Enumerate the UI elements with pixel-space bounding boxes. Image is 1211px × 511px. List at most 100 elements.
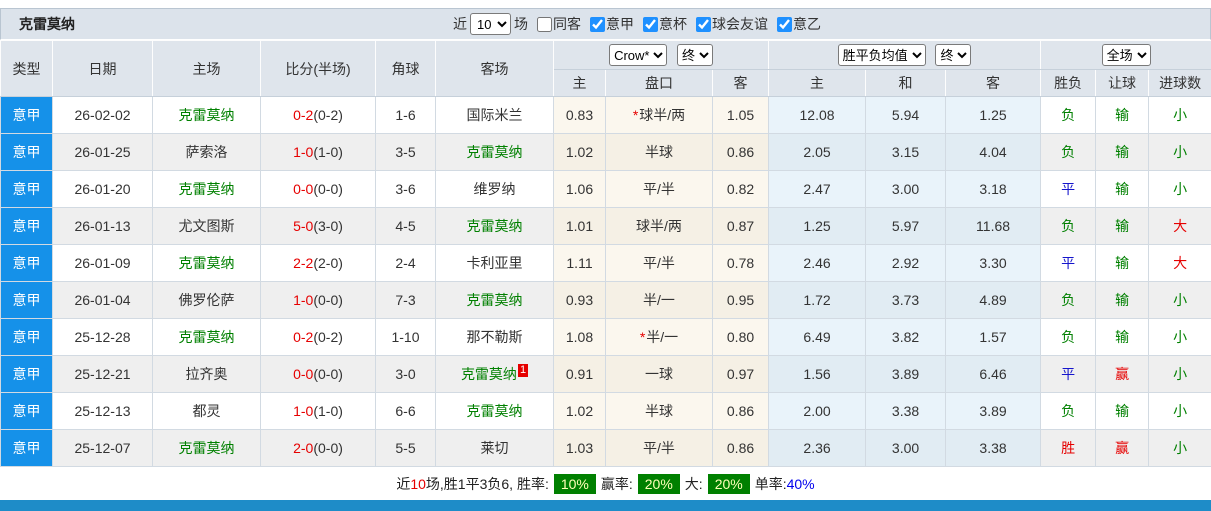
avg-away-odds-cell: 3.89 (945, 392, 1042, 430)
home-team-cell: 克雷莫纳 (152, 318, 261, 356)
handicap-line-cell: 平/半 (605, 170, 713, 208)
serie-b-checkbox[interactable] (777, 16, 792, 32)
table-row: 意甲 26-01-25 萨索洛 1-0(1-0) 3-5 克雷莫纳 1.02 半球 0.86 2.… (0, 133, 1211, 171)
goals-cell: 小 (1148, 355, 1211, 393)
corner-cell: 6-6 (375, 392, 436, 430)
league-filter-coppa[interactable]: 意杯 (637, 14, 687, 34)
score-cell: 0-2(0-2) (260, 318, 376, 356)
handicap-result-cell: 输 (1095, 318, 1150, 356)
result-cell: 平 (1040, 355, 1097, 393)
match-history-table: 类型 日期 主场 比分(半场) 角球 客场 Crow* 终 胜平负均值 终 全场 (0, 40, 1211, 467)
home-team-cell: 佛罗伦萨 (152, 281, 261, 319)
friendly-label: 球会友谊 (712, 16, 768, 32)
summary-bar: 近10场,胜1平3负6, 胜率: 10% 赢率: 20% 大: 20% 单率:4… (0, 467, 1211, 501)
recent-count-select[interactable]: 10 (470, 13, 511, 35)
date-cell: 26-01-20 (52, 170, 153, 208)
win-odds-rate-badge: 20% (637, 474, 680, 494)
match-history-panel: 克雷莫纳 近 10 场 同客 意甲 意杯 球会友谊 意乙 类型 日期 主场 比分… (0, 0, 1211, 511)
league-type-cell: 意甲 (0, 281, 53, 319)
scope-select[interactable]: 全场 (1101, 44, 1151, 66)
corner-cell: 5-5 (375, 429, 436, 467)
same-venue-filter[interactable]: 同客 (531, 14, 581, 34)
away-team-cell: 卡利亚里 (435, 244, 554, 282)
avg-away-odds-cell: 1.25 (945, 96, 1042, 134)
friendly-checkbox[interactable] (696, 16, 711, 32)
away-team-cell: 那不勒斯 (435, 318, 554, 356)
avg-away-odds-cell: 1.57 (945, 318, 1042, 356)
league-filter-friendly[interactable]: 球会友谊 (690, 14, 768, 34)
goals-cell: 小 (1148, 392, 1211, 430)
odds-source-select[interactable]: Crow* (609, 44, 668, 66)
away-team-cell: 国际米兰 (435, 96, 554, 134)
table-row: 意甲 25-12-07 克雷莫纳 2-0(0-0) 5-5 莱切 1.03 平/半 0.86 2.… (0, 429, 1211, 467)
away-team-cell: 莱切 (435, 429, 554, 467)
goals-cell: 小 (1148, 281, 1211, 319)
corner-cell: 1-10 (375, 318, 436, 356)
handicap-away-odds-cell: 0.87 (711, 207, 770, 245)
avg-draw-odds-cell: 3.38 (865, 392, 947, 430)
matches-label: 场 (514, 16, 528, 32)
big-rate-badge: 20% (707, 474, 750, 494)
goals-cell: 大 (1148, 207, 1211, 245)
handicap-line-cell: 球半/两 (605, 207, 713, 245)
handicap-home-odds-cell: 1.11 (553, 244, 606, 282)
col-corner: 角球 (375, 40, 436, 97)
win-rate-badge: 10% (553, 474, 596, 494)
goals-cell: 大 (1148, 244, 1211, 282)
avg-home-odds-cell: 12.08 (768, 96, 867, 134)
handicap-result-cell: 输 (1095, 207, 1150, 245)
handicap-home-odds-cell: 0.83 (553, 96, 606, 134)
avg-home-odds-cell: 1.56 (768, 355, 867, 393)
col-handicap-away: 客 (711, 69, 770, 97)
handicap-away-odds-cell: 0.86 (711, 429, 770, 467)
home-team-cell: 克雷莫纳 (152, 244, 261, 282)
date-cell: 26-01-25 (52, 133, 153, 171)
league-type-cell: 意甲 (0, 96, 53, 134)
home-team-cell: 尤文图斯 (152, 207, 261, 245)
table-row: 意甲 25-12-28 克雷莫纳 0-2(0-2) 1-10 那不勒斯 1.08 *半/一 0.… (0, 318, 1211, 356)
odds-time-select[interactable]: 终 (676, 44, 713, 66)
date-cell: 25-12-07 (52, 429, 153, 467)
home-team-cell: 拉齐奥 (152, 355, 261, 393)
handicap-result-cell: 输 (1095, 244, 1150, 282)
avg-source-select[interactable]: 胜平负均值 (837, 44, 926, 66)
handicap-home-odds-cell: 1.02 (553, 392, 606, 430)
handicap-line-cell: 一球 (605, 355, 713, 393)
league-type-cell: 意甲 (0, 170, 53, 208)
col-home: 主场 (152, 40, 261, 97)
result-cell: 负 (1040, 133, 1097, 171)
handicap-line-cell: 平/半 (605, 244, 713, 282)
col-type: 类型 (0, 40, 53, 97)
same-venue-checkbox[interactable] (537, 16, 552, 32)
date-cell: 25-12-21 (52, 355, 153, 393)
serie-a-checkbox[interactable] (590, 16, 605, 32)
avg-time-select[interactable]: 终 (935, 44, 972, 66)
star-icon: * (639, 329, 646, 345)
avg-home-odds-cell: 6.49 (768, 318, 867, 356)
handicap-line-cell: 半/一 (605, 281, 713, 319)
handicap-result-cell: 赢 (1095, 429, 1150, 467)
league-filter-serie-a[interactable]: 意甲 (584, 14, 634, 34)
filter-bar: 近 10 场 同客 意甲 意杯 球会友谊 意乙 (453, 9, 821, 39)
goals-cell: 小 (1148, 96, 1211, 134)
handicap-away-odds-cell: 0.86 (711, 133, 770, 171)
bottom-bar (0, 500, 1211, 511)
avg-home-odds-cell: 2.05 (768, 133, 867, 171)
avg-draw-odds-cell: 2.92 (865, 244, 947, 282)
result-cell: 胜 (1040, 429, 1097, 467)
handicap-away-odds-cell: 0.86 (711, 392, 770, 430)
score-cell: 2-0(0-0) (260, 429, 376, 467)
league-filter-serie-b[interactable]: 意乙 (771, 14, 821, 34)
handicap-result-cell: 输 (1095, 281, 1150, 319)
score-cell: 1-0(0-0) (260, 281, 376, 319)
coppa-checkbox[interactable] (643, 16, 658, 32)
goals-cell: 小 (1148, 429, 1211, 467)
handicap-line-cell: 半球 (605, 133, 713, 171)
table-row: 意甲 26-01-04 佛罗伦萨 1-0(0-0) 7-3 克雷莫纳 0.93 半/一 0.95… (0, 281, 1211, 319)
avg-away-odds-cell: 6.46 (945, 355, 1042, 393)
league-type-cell: 意甲 (0, 318, 53, 356)
handicap-away-odds-cell: 0.97 (711, 355, 770, 393)
goals-cell: 小 (1148, 133, 1211, 171)
same-venue-label: 同客 (553, 16, 581, 32)
avg-draw-odds-cell: 3.89 (865, 355, 947, 393)
